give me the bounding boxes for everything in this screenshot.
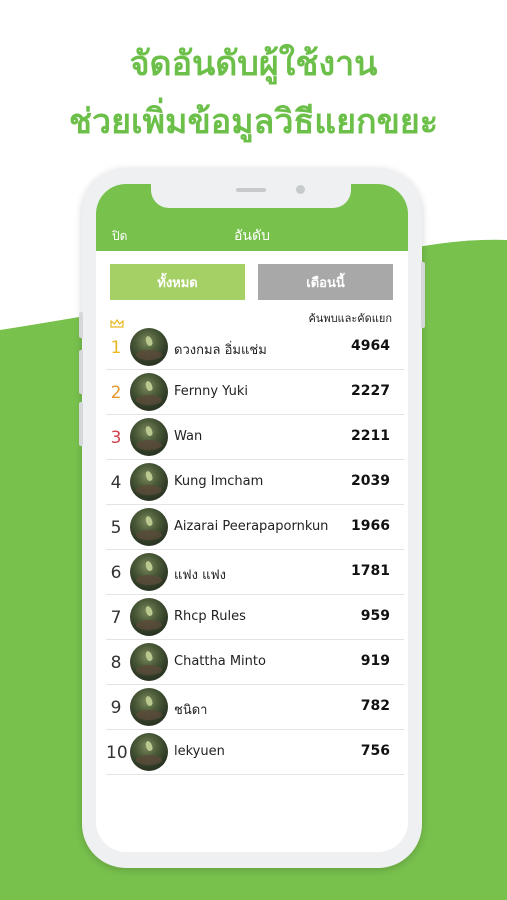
user-name: Chattha Minto [174, 654, 266, 669]
leaderboard-row[interactable]: 5 Aizarai Peerapapornkun 1966 [106, 505, 404, 550]
phone-volume-down-button [79, 402, 83, 446]
rank-number: 9 [110, 698, 122, 718]
rank-number: 4 [110, 473, 122, 493]
user-name: ดวงกมล อิ่มแช่ม [174, 343, 267, 358]
user-score: 1966 [351, 518, 390, 534]
tab-all-label: ทั้งหมด [157, 275, 198, 291]
phone-volume-up-button [79, 350, 83, 394]
rank-number: 10 [106, 743, 128, 763]
user-score: 4964 [351, 338, 390, 354]
user-score: 1781 [351, 563, 390, 579]
tab-this-month[interactable]: เดือนนี้ [258, 264, 393, 300]
leaderboard-row[interactable]: 4 Kung Imcham 2039 [106, 460, 404, 505]
rank-number: 5 [110, 518, 122, 538]
headline-line-1: จัดอันดับผู้ใช้งาน [129, 44, 378, 84]
leaderboard-row[interactable]: 2 Fernny Yuki 2227 [106, 370, 404, 415]
avatar [130, 373, 168, 411]
tab-this-month-label: เดือนนี้ [306, 275, 345, 291]
avatar [130, 508, 168, 546]
user-score: 2227 [351, 383, 390, 399]
leaderboard-row[interactable]: 7 Rhcp Rules 959 [106, 595, 404, 640]
avatar [130, 598, 168, 636]
user-score: 756 [360, 743, 390, 759]
user-score: 2039 [351, 473, 390, 489]
page-title: อันดับ [234, 228, 270, 244]
avatar [130, 418, 168, 456]
speaker-grille [236, 188, 266, 192]
rank-number: 1 [110, 338, 122, 358]
user-name: Fernny Yuki [174, 384, 249, 399]
avatar [130, 733, 168, 771]
phone-notch [151, 184, 351, 208]
app-screen: ปิด อันดับ ทั้งหมด เดือนนี้ ค้นพบและคัดแ… [96, 184, 408, 852]
front-camera [296, 185, 305, 194]
rank-number: 3 [110, 428, 122, 448]
leaderboard-row[interactable]: 9 ชนิดา 782 [106, 685, 404, 730]
headline-line-2: ช่วยเพิ่มข้อมูลวิธีแยกขยะ [68, 102, 439, 142]
app-bar: ปิด อันดับ [96, 184, 408, 251]
avatar [130, 688, 168, 726]
leaderboard-row[interactable]: 3 Wan 2211 [106, 415, 404, 460]
user-score: 919 [360, 653, 390, 669]
tab-all[interactable]: ทั้งหมด [110, 264, 245, 300]
user-name: Wan [174, 429, 203, 444]
avatar [130, 328, 168, 366]
user-score: 782 [360, 698, 390, 714]
user-name: Kung Imcham [174, 474, 264, 489]
avatar [130, 463, 168, 501]
leaderboard-row[interactable]: 8 Chattha Minto 919 [106, 640, 404, 685]
avatar [130, 553, 168, 591]
user-name: ชนิดา [174, 703, 208, 718]
phone-side-button [79, 312, 83, 338]
rank-number: 8 [110, 653, 122, 673]
rank-number: 7 [110, 608, 122, 628]
crown-icon [110, 319, 124, 328]
leaderboard-row[interactable]: 1 ดวงกมล อิ่มแช่ม 4964 [106, 319, 404, 370]
leaderboard-row[interactable]: 6 แฟง แฟง 1781 [106, 550, 404, 595]
phone-power-button [421, 262, 425, 328]
user-name: Rhcp Rules [174, 609, 246, 624]
leaderboard-row[interactable]: 10 lekyuen 756 [106, 730, 404, 775]
rank-number: 2 [110, 383, 122, 403]
user-name: Aizarai Peerapapornkun [174, 519, 329, 534]
user-score: 959 [360, 608, 390, 624]
user-name: lekyuen [174, 744, 225, 759]
user-name: แฟง แฟง [174, 568, 226, 583]
avatar [130, 643, 168, 681]
user-score: 2211 [351, 428, 390, 444]
rank-number: 6 [110, 563, 122, 583]
